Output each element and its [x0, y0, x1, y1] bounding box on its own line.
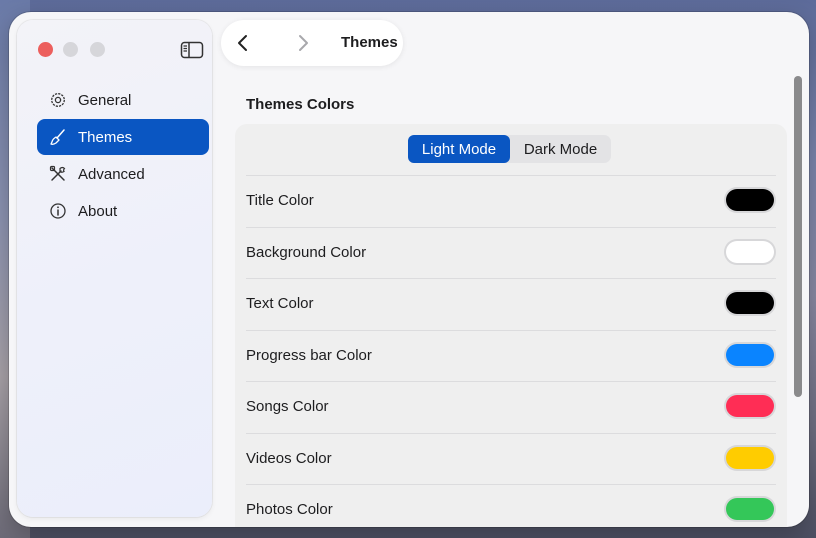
sidebar-item-themes[interactable]: Themes	[37, 119, 209, 155]
songs-color-well[interactable]	[726, 395, 774, 417]
sidebar-item-about[interactable]: About	[37, 193, 209, 229]
row-label: Photos Color	[246, 501, 333, 518]
mode-segmented-control: Light Mode Dark Mode	[408, 135, 611, 163]
photos-color-well[interactable]	[726, 498, 774, 520]
list-item: Text Color	[246, 278, 776, 330]
row-label: Text Color	[246, 295, 314, 312]
minimize-button[interactable]	[63, 42, 78, 57]
close-button[interactable]	[38, 42, 53, 57]
forward-chevron-icon[interactable]	[295, 33, 311, 53]
row-label: Progress bar Color	[246, 346, 372, 364]
sidebar-item-label: Advanced	[78, 165, 145, 183]
back-chevron-icon[interactable]	[235, 33, 251, 53]
sidebar: General Themes Advanced About	[17, 20, 212, 517]
progress-bar-color-well[interactable]	[726, 343, 774, 366]
sidebar-nav: General Themes Advanced About	[37, 82, 209, 230]
vertical-scrollbar[interactable]	[792, 74, 804, 514]
settings-window: General Themes Advanced About Themes The…	[9, 12, 809, 527]
zoom-button[interactable]	[90, 42, 105, 57]
dark-mode-segment[interactable]: Dark Mode	[510, 135, 611, 163]
light-mode-segment[interactable]: Light Mode	[408, 135, 510, 163]
gear-icon	[49, 91, 67, 109]
sidebar-item-label: About	[78, 202, 118, 220]
section-title: Themes Colors	[246, 96, 355, 113]
sidebar-item-label: Themes	[78, 128, 133, 146]
list-item: Songs Color	[246, 381, 776, 433]
list-item: Background Color	[246, 226, 776, 279]
paintbrush-icon	[49, 128, 67, 146]
main-content: Themes Colors Light Mode Dark Mode Title…	[235, 72, 787, 527]
row-label: Background Color	[246, 243, 367, 261]
sidebar-toggle-icon[interactable]	[180, 40, 204, 60]
sidebar-item-advanced[interactable]: Advanced	[37, 156, 209, 192]
list-item: Progress bar Color	[246, 329, 776, 382]
list-item: Title Color	[246, 175, 776, 227]
list-item: Photos Color	[246, 484, 776, 527]
toolbar: Themes	[221, 20, 403, 66]
background-color-well[interactable]	[726, 240, 774, 263]
tools-icon	[49, 165, 67, 183]
sidebar-item-general[interactable]: General	[37, 82, 209, 118]
color-rows: Title Color Background Color Text Color …	[246, 175, 776, 527]
list-item: Videos Color	[246, 432, 776, 485]
videos-color-well[interactable]	[726, 446, 774, 469]
sidebar-item-label: General	[78, 91, 132, 109]
theme-colors-card: Light Mode Dark Mode Title Color Backgro…	[235, 124, 787, 527]
text-color-well[interactable]	[726, 292, 774, 314]
title-color-well[interactable]	[726, 189, 774, 211]
page-title: Themes	[341, 34, 398, 51]
row-label: Songs Color	[246, 398, 329, 415]
scrollbar-thumb[interactable]	[794, 76, 802, 397]
row-label: Videos Color	[246, 449, 332, 467]
row-label: Title Color	[246, 192, 314, 209]
info-icon	[49, 202, 67, 220]
